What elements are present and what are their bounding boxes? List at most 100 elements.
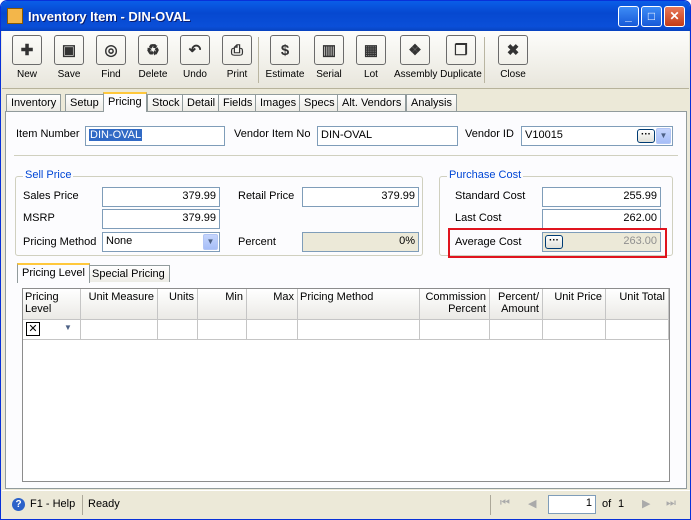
msrp-label: MSRP [23, 212, 55, 224]
toolbar: ✚ New ▣ Save ◎ Find ♻ Delete ↶ Undo ⎙ Print $ Estimat… [2, 31, 689, 89]
last-cost-field[interactable]: 262.00 [542, 209, 661, 229]
app-icon [7, 8, 23, 24]
next-page-icon[interactable]: ▶ [642, 497, 650, 510]
lot-button[interactable]: ▦ Lot [350, 34, 392, 86]
commission-percent-cell[interactable] [420, 320, 490, 340]
nav-separator [490, 495, 491, 515]
pricing-level-grid: Pricing Level Unit Measure Units Min Max… [22, 288, 670, 482]
unit-total-cell[interactable] [606, 320, 669, 340]
last-cost-label: Last Cost [455, 212, 502, 224]
duplicate-icon: ❐ [446, 35, 476, 65]
unit-price-cell[interactable] [543, 320, 606, 340]
tab-images[interactable]: Images [255, 94, 302, 111]
col-max[interactable]: Max [247, 289, 298, 320]
tab-setup[interactable]: Setup [65, 94, 104, 111]
previous-page-icon[interactable]: ◀ [528, 497, 536, 510]
undo-icon: ↶ [180, 35, 210, 65]
vendor-dropdown-button[interactable]: ▼ [656, 128, 671, 144]
col-unit-price[interactable]: Unit Price [543, 289, 606, 320]
col-percent-amount[interactable]: Percent/ Amount [490, 289, 543, 320]
col-unit-total[interactable]: Unit Total [606, 289, 669, 320]
status-separator [82, 495, 83, 515]
tab-pricing[interactable]: Pricing [103, 92, 147, 112]
clear-x-icon[interactable]: ✕ [26, 322, 40, 336]
delete-label: Delete [138, 69, 168, 80]
page-number-input[interactable]: 1 [548, 495, 596, 514]
find-button[interactable]: ◎ Find [90, 34, 132, 86]
standard-cost-label: Standard Cost [455, 190, 526, 202]
maximize-button[interactable]: □ [641, 6, 662, 27]
undo-button[interactable]: ↶ Undo [174, 34, 216, 86]
unit-measure-cell[interactable] [81, 320, 158, 340]
print-button[interactable]: ⎙ Print [216, 34, 258, 86]
item-number-field[interactable]: DIN-OVAL [85, 126, 225, 146]
average-cost-highlight [448, 228, 667, 258]
new-button[interactable]: ✚ New [6, 34, 48, 86]
col-commission-percent[interactable]: Commission Percent [420, 289, 490, 320]
min-cell[interactable] [198, 320, 247, 340]
pricing-method-dropdown-icon[interactable]: ▼ [203, 234, 218, 250]
vendor-item-field[interactable]: DIN-OVAL [317, 126, 458, 146]
serial-button[interactable]: ▥ Serial [308, 34, 350, 86]
tab-analysis[interactable]: Analysis [406, 94, 457, 111]
vendor-item-label: Vendor Item No [234, 128, 311, 140]
col-min[interactable]: Min [198, 289, 247, 320]
delete-button[interactable]: ♻ Delete [132, 34, 174, 86]
retail-price-field[interactable]: 379.99 [302, 187, 419, 207]
last-page-icon[interactable]: ⏭ [666, 497, 676, 510]
toolbar-separator [258, 37, 259, 83]
msrp-field[interactable]: 379.99 [102, 209, 220, 229]
sales-price-field[interactable]: 379.99 [102, 187, 220, 207]
vendor-lookup-button[interactable]: ··· [637, 129, 655, 143]
item-number-value: DIN-OVAL [89, 129, 143, 141]
tab-specs[interactable]: Specs [299, 94, 340, 111]
pricing-method-select[interactable]: None ▼ [102, 232, 220, 252]
subtab-special-pricing[interactable]: Special Pricing [87, 265, 170, 282]
first-page-icon[interactable]: ⏮ [500, 497, 510, 510]
help-text[interactable]: F1 - Help [30, 498, 75, 510]
printer-icon: ⎙ [222, 35, 252, 65]
tab-stock[interactable]: Stock [147, 94, 185, 111]
help-icon[interactable]: ? [12, 498, 25, 511]
sales-price-label: Sales Price [23, 190, 79, 202]
close-window-button[interactable]: ✕ [664, 6, 685, 27]
units-cell[interactable] [158, 320, 198, 340]
close-button[interactable]: ✖ Close [492, 34, 534, 86]
title-bar[interactable]: Inventory Item - DIN-OVAL _ □ ✕ [1, 1, 690, 31]
tab-detail[interactable]: Detail [182, 94, 221, 111]
col-pricing-method[interactable]: Pricing Method [298, 289, 420, 320]
close-label: Close [500, 69, 526, 80]
pricing-level-cell[interactable]: ✕ ▼ [23, 320, 81, 340]
undo-label: Undo [183, 69, 207, 80]
chevron-down-icon[interactable]: ▼ [64, 323, 72, 332]
item-number-label: Item Number [16, 128, 80, 140]
window-title: Inventory Item - DIN-OVAL [28, 9, 191, 24]
duplicate-label: Duplicate [440, 69, 482, 80]
retail-price-label: Retail Price [238, 190, 295, 202]
subtab-pricing-level[interactable]: Pricing Level [17, 263, 90, 283]
lot-label: Lot [364, 69, 378, 80]
col-pricing-level[interactable]: Pricing Level [23, 289, 81, 320]
tab-fields[interactable]: Fields [218, 94, 258, 111]
estimate-button[interactable]: $ Estimate [264, 34, 306, 86]
print-label: Print [226, 69, 248, 80]
minimize-button[interactable]: _ [618, 6, 639, 27]
purchase-cost-title: Purchase Cost [447, 169, 524, 181]
assembly-button[interactable]: ❖ Assembly [394, 34, 437, 86]
serial-label: Serial [316, 69, 342, 80]
estimate-label: Estimate [265, 69, 305, 80]
pricing-method-cell[interactable] [298, 320, 420, 340]
save-button[interactable]: ▣ Save [48, 34, 90, 86]
col-unit-measure[interactable]: Unit Measure [81, 289, 158, 320]
tab-inventory[interactable]: Inventory [6, 94, 62, 111]
vendor-id-value: V10015 [525, 129, 563, 141]
duplicate-button[interactable]: ❐ Duplicate [440, 34, 482, 86]
lot-box-icon: ▦ [356, 35, 386, 65]
percent-amount-cell[interactable] [490, 320, 543, 340]
vendor-id-field[interactable]: V10015 ··· ▼ [521, 126, 673, 146]
tab-alt-vendors[interactable]: Alt. Vendors [337, 94, 407, 111]
col-units[interactable]: Units [158, 289, 198, 320]
inventory-item-window: Inventory Item - DIN-OVAL _ □ ✕ ✚ New ▣ Sav… [0, 0, 691, 520]
max-cell[interactable] [247, 320, 298, 340]
standard-cost-field[interactable]: 255.99 [542, 187, 661, 207]
